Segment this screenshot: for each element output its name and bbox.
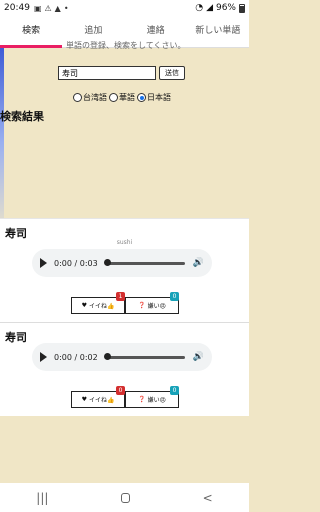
question-icon: ❓ (138, 396, 146, 403)
gallery-icon: ▣ (33, 3, 42, 13)
status-bar: 20:49 ▣ ⚠ ▲ • ◔ ◢ 96% (0, 0, 249, 16)
audio-time: 0:00 / 0:02 (54, 352, 98, 362)
like-label: イイね👍 (88, 397, 115, 404)
radio-label-mandarin: 華語 (119, 93, 135, 102)
result-card: 寿司 sushi 0:00 / 0:03 🔊 ♥ イイね👍 1 ❓ 嫌い😠 0 (0, 218, 249, 322)
status-time: 20:49 (4, 3, 30, 13)
submit-button[interactable]: 送信 (159, 66, 185, 80)
dislike-label: 嫌い😠 (147, 397, 166, 404)
dislike-button[interactable]: ❓ 嫌い😠 0 (125, 386, 179, 408)
radio-japanese[interactable] (137, 93, 146, 102)
warning-icon: ⚠ (44, 3, 52, 13)
result-title: 寿司 (5, 331, 27, 344)
result-card: 寿司 0:00 / 0:02 🔊 ♥ イイね👍 0 ❓ 嫌い😠 0 (0, 322, 249, 416)
heart-icon: ♥ (81, 396, 87, 403)
recents-icon[interactable]: ||| (36, 491, 48, 505)
like-button[interactable]: ♥ イイね👍 1 (71, 292, 125, 314)
volume-icon[interactable]: 🔊 (193, 352, 204, 362)
radio-label-taiwanese: 台湾語 (83, 93, 107, 102)
progress-knob[interactable] (103, 259, 111, 266)
audio-progress[interactable] (103, 259, 185, 266)
language-radio-group: 台湾語 華語 日本語 (73, 92, 173, 103)
instruction-text: 単語の登録、検索をしてくさい。 (66, 41, 186, 50)
wifi-icon: ◔ (195, 3, 204, 13)
question-icon: ❓ (138, 302, 146, 309)
signal-icon: ◢ (206, 3, 213, 13)
home-icon[interactable] (121, 492, 131, 503)
dislike-count-badge: 0 (170, 386, 179, 395)
result-romanization: sushi (116, 239, 133, 246)
heart-icon: ♥ (81, 302, 87, 309)
like-count-badge: 1 (116, 292, 125, 301)
dislike-label: 嫌い😠 (147, 303, 166, 310)
dislike-button[interactable]: ❓ 嫌い😠 0 (125, 292, 179, 314)
audio-progress[interactable] (103, 353, 185, 360)
dislike-count-badge: 0 (170, 292, 179, 301)
play-icon[interactable] (40, 258, 47, 268)
tab-search[interactable]: 検索 (0, 16, 63, 48)
search-input[interactable] (58, 66, 156, 80)
cloud-icon: ▲ (54, 3, 61, 13)
play-icon[interactable] (40, 352, 47, 362)
audio-player: 0:00 / 0:03 🔊 (32, 249, 212, 277)
like-count-badge: 0 (116, 386, 125, 395)
results-heading: 検索結果 (0, 110, 44, 123)
audio-player: 0:00 / 0:02 🔊 (32, 343, 212, 371)
back-icon[interactable]: < (203, 491, 213, 505)
side-accent (0, 48, 4, 238)
progress-knob[interactable] (103, 353, 111, 360)
radio-mandarin[interactable] (109, 93, 118, 102)
radio-label-japanese: 日本語 (147, 93, 171, 102)
radio-taiwanese[interactable] (73, 93, 82, 102)
volume-icon[interactable]: 🔊 (193, 258, 204, 268)
like-label: イイね👍 (88, 303, 115, 310)
notification-icons: ▣ ⚠ ▲ • (34, 4, 69, 13)
dot-icon: • (63, 3, 69, 13)
audio-time: 0:00 / 0:03 (54, 258, 98, 268)
battery-level: 96% (215, 3, 236, 13)
status-right: ◔ ◢ 96% (195, 3, 245, 13)
tab-new-words[interactable]: 新しい単語 (187, 16, 249, 47)
battery-icon (239, 3, 245, 13)
like-button[interactable]: ♥ イイね👍 0 (71, 386, 125, 408)
navigation-bar: ||| < (0, 483, 249, 512)
